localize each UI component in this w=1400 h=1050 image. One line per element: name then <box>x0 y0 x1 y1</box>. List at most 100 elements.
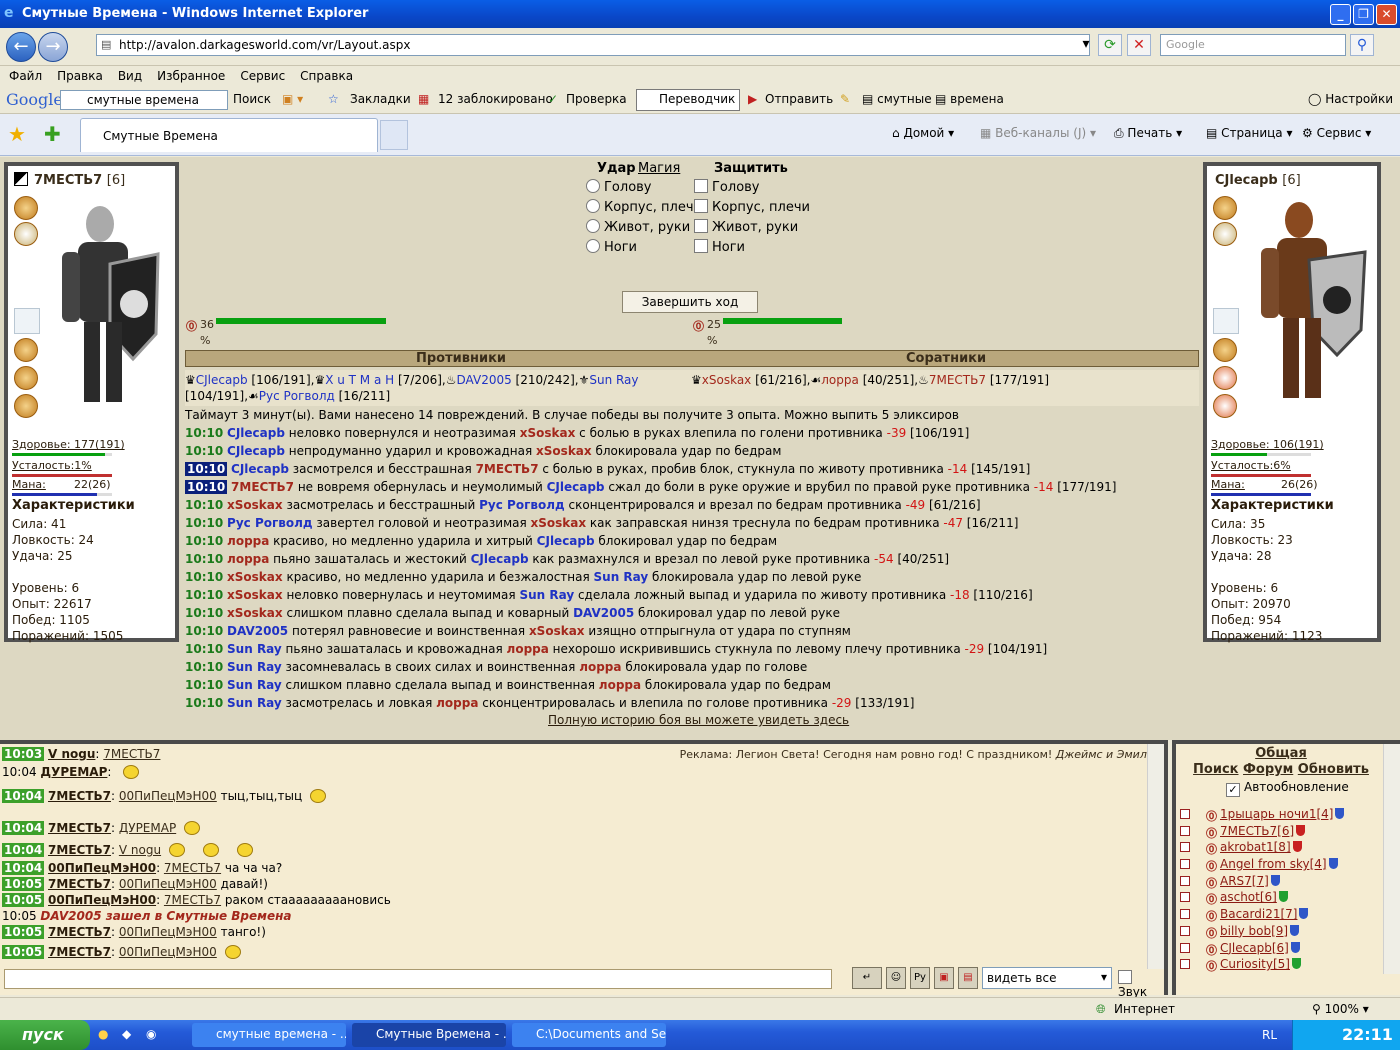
user-name[interactable]: Curiosity[5] <box>1220 957 1290 971</box>
refresh-link[interactable]: Обновить <box>1298 762 1369 777</box>
userlist-scrollbar[interactable] <box>1383 744 1400 974</box>
user-name[interactable]: CJlecapb[6] <box>1220 941 1289 955</box>
ally-7mest7[interactable]: 7МЕСТЬ7 <box>929 373 986 387</box>
enemy-xutman[interactable]: X u T M a H <box>325 373 394 387</box>
enemy-rus-rogvold[interactable]: Рус Рогволд <box>259 389 335 403</box>
amulet-icon[interactable] <box>1213 196 1237 220</box>
menu-file[interactable]: Файл <box>0 66 48 83</box>
user-name[interactable]: akrobat1[8] <box>1220 840 1291 854</box>
google-query-input[interactable]: смутные времена <box>60 90 228 110</box>
settings-button[interactable]: ◯ Настройки <box>1308 92 1393 106</box>
log-actor[interactable]: DAV2005 <box>227 624 288 638</box>
tab-common[interactable]: Общая <box>1255 746 1307 761</box>
send-enter-icon[interactable]: ↵ <box>852 967 882 989</box>
log-target[interactable]: Sun Ray <box>594 570 649 584</box>
quicklaunch-opera-icon[interactable]: ● <box>98 1027 108 1041</box>
user-list-item[interactable]: ⓪ 7МЕСТЬ7[6] <box>1180 823 1380 840</box>
log-target[interactable]: лорра <box>436 696 478 710</box>
quicklaunch-media-icon[interactable]: ◉ <box>146 1027 156 1041</box>
magic-link[interactable]: Магия <box>638 161 680 176</box>
chat-recipient[interactable]: 7МЕСТЬ7 <box>164 893 221 907</box>
log-target[interactable]: лорра <box>579 660 621 674</box>
checkbox-icon[interactable] <box>694 199 708 213</box>
home-button[interactable]: ⌂ Домой ▾ <box>892 126 954 140</box>
user-name[interactable]: 1рыцарь ночи1[4] <box>1220 807 1333 821</box>
player-left-name[interactable]: 7МЕСТЬ7 [6] <box>34 173 125 188</box>
chat-author[interactable]: V nogu <box>48 747 95 761</box>
taskbar-item-3[interactable]: C:\Documents and Se... <box>512 1023 666 1047</box>
search-link[interactable]: Поиск <box>1193 762 1238 777</box>
clear-icon[interactable]: ▤ <box>958 967 978 989</box>
item-slot-2-icon[interactable] <box>14 366 38 390</box>
user-name[interactable]: 7МЕСТЬ7[6] <box>1220 824 1294 838</box>
chat-author[interactable]: ДУРЕМАР <box>40 765 107 779</box>
menu-edit[interactable]: Правка <box>48 66 109 83</box>
chat-recipient[interactable]: ДУРЕМАР <box>119 821 176 835</box>
item-slot-3-icon[interactable] <box>14 394 38 418</box>
user-list-item[interactable]: ⓪ ARS7[7] <box>1180 873 1380 890</box>
log-actor[interactable]: CJlecapb <box>231 462 289 476</box>
checkbox-icon[interactable] <box>694 219 708 233</box>
chat-recipient[interactable]: 00ПиПецМэН00 <box>119 925 217 939</box>
info-icon[interactable]: ⓪ <box>1206 826 1218 840</box>
log-actor[interactable]: Sun Ray <box>227 696 282 710</box>
bookmarks-button[interactable]: Закладки <box>350 92 411 106</box>
log-actor[interactable]: Рус Рогволд <box>227 516 313 530</box>
chat-recipient[interactable]: 7МЕСТЬ7 <box>164 861 221 875</box>
info-icon[interactable]: ⓪ <box>1206 926 1218 940</box>
end-turn-button[interactable]: Завершить ход <box>622 291 758 313</box>
url-input[interactable]: ▤ http://avalon.darkagesworld.com/vr/Layo… <box>96 34 1090 56</box>
log-actor[interactable]: xSoskax <box>227 570 283 584</box>
attack-zone-legs[interactable]: Ноги <box>586 239 637 255</box>
chat-author[interactable]: 7МЕСТЬ7 <box>48 945 111 959</box>
radio-icon[interactable] <box>586 219 600 233</box>
enemy-dav2005[interactable]: DAV2005 <box>457 373 512 387</box>
enemy-cjlecapb[interactable]: CJlecapb <box>196 373 248 387</box>
chat-input[interactable] <box>4 969 832 989</box>
ring-icon[interactable] <box>14 222 38 246</box>
log-actor[interactable]: Sun Ray <box>227 660 282 674</box>
log-target[interactable]: лорра <box>599 678 641 692</box>
log-target[interactable]: лорра <box>507 642 549 656</box>
user-list-item[interactable]: ⓪ Bacardi21[7] <box>1180 906 1380 923</box>
forum-link[interactable]: Форум <box>1243 762 1293 777</box>
spellcheck-button[interactable]: Проверка <box>566 92 627 106</box>
info-icon[interactable]: ⓪ <box>1206 943 1218 957</box>
user-name[interactable]: Angel from sky[4] <box>1220 857 1327 871</box>
chat-author[interactable]: 7МЕСТЬ7 <box>48 789 111 803</box>
attack-zone-body[interactable]: Корпус, плечи <box>586 199 702 215</box>
chat-recipient[interactable]: V nogu <box>119 843 161 857</box>
log-actor[interactable]: xSoskax <box>227 606 283 620</box>
minimize-button[interactable]: _ <box>1330 4 1351 25</box>
user-checkbox[interactable] <box>1180 909 1190 920</box>
log-actor[interactable]: 7МЕСТЬ7 <box>231 480 294 494</box>
user-list-item[interactable]: ⓪ CJlecapb[6] <box>1180 940 1380 957</box>
defend-zone-body[interactable]: Корпус, плечи <box>694 199 810 215</box>
user-name[interactable]: billy bob[9] <box>1220 924 1288 938</box>
log-actor[interactable]: лорра <box>227 552 269 566</box>
info-icon[interactable]: ⓪ <box>1206 859 1218 873</box>
log-actor[interactable]: CJlecapb <box>227 444 285 458</box>
empty-slot[interactable] <box>1213 308 1239 334</box>
translator-button[interactable]: Переводчик <box>659 92 735 106</box>
translit-icon[interactable]: Ру <box>910 967 930 989</box>
chat-author[interactable]: 7МЕСТЬ7 <box>48 821 111 835</box>
language-indicator[interactable]: RL <box>1262 1028 1277 1042</box>
checkbox-icon[interactable] <box>694 239 708 253</box>
chat-author[interactable]: 7МЕСТЬ7 <box>48 925 111 939</box>
log-target[interactable]: CJlecapb <box>547 480 605 494</box>
radio-icon[interactable] <box>586 239 600 253</box>
url-dropdown-icon[interactable]: ▾ <box>1074 34 1098 56</box>
info-icon[interactable]: ⓪ <box>1206 876 1218 890</box>
smiley-icon[interactable]: ☺ <box>886 967 906 989</box>
google-search-button[interactable]: Поиск <box>233 92 271 106</box>
chat-recipient[interactable]: 00ПиПецМэН00 <box>119 789 217 803</box>
search-icon[interactable]: ⚲ <box>1350 34 1374 56</box>
info-icon[interactable]: ⓪ <box>1206 842 1218 856</box>
view-filter-select[interactable]: видеть все ▾ <box>982 967 1112 989</box>
search-input[interactable]: Google <box>1160 34 1346 56</box>
menu-view[interactable]: Вид <box>109 66 148 83</box>
item-slot-1-icon[interactable] <box>1213 338 1237 362</box>
menu-favorites[interactable]: Избранное <box>148 66 231 83</box>
log-target[interactable]: xSoskax <box>520 426 576 440</box>
